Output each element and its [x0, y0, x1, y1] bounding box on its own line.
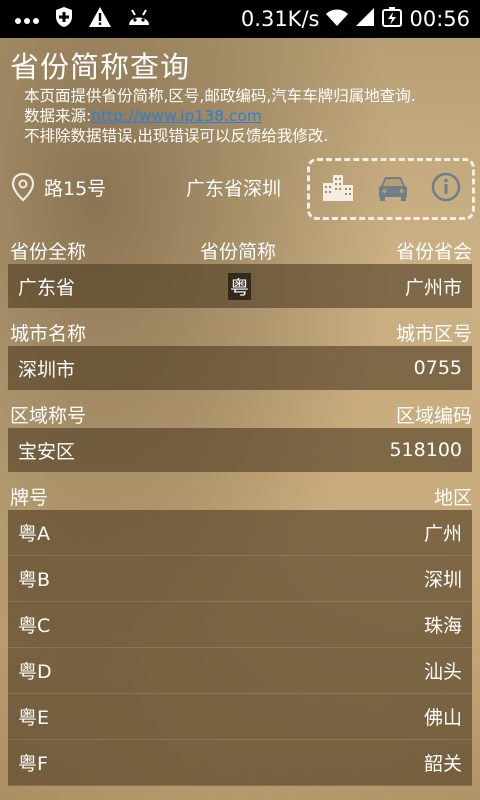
plate-labels: 牌号 地区	[10, 483, 472, 509]
city-name-value: 深圳市	[18, 358, 76, 381]
city-code-label: 城市区号	[395, 322, 472, 345]
list-item[interactable]: 粤F 韶关	[8, 740, 472, 786]
city-code-value: 0755	[413, 357, 462, 379]
plate-area-label: 地区	[433, 486, 472, 509]
plate-list: 粤A 广州 粤B 深圳 粤C 珠海 粤D 汕头 粤E 佛山 粤F 韶关	[8, 510, 472, 786]
list-item[interactable]: 粤B 深圳	[8, 556, 472, 602]
plate-code: 粤B	[18, 569, 51, 591]
status-bar: 0.31K/s 00:56	[0, 0, 480, 38]
list-item[interactable]: 粤A 广州	[8, 510, 472, 556]
province-full-value: 广东省	[18, 276, 76, 299]
district-code-label: 区域编码	[395, 404, 472, 427]
district-code-value: 518100	[389, 439, 462, 461]
location-address: 路15号	[44, 177, 107, 200]
plate-label: 牌号	[10, 486, 49, 509]
android-icon	[126, 7, 152, 32]
city-icon[interactable]	[321, 171, 355, 207]
query-mode-toolbar	[307, 158, 475, 220]
warning-icon	[88, 6, 112, 33]
plate-code: 粤D	[18, 661, 52, 683]
plate-area: 深圳	[423, 569, 462, 591]
signal-icon	[355, 7, 375, 32]
city-values: 深圳市 0755	[8, 346, 472, 390]
district-name-value: 宝安区	[18, 440, 76, 463]
location-region: 广东省深圳	[186, 177, 282, 200]
province-abbr-value: 粤	[228, 272, 252, 300]
list-item[interactable]: 粤E 佛山	[8, 694, 472, 740]
location-row: 路15号 广东省深圳	[10, 170, 306, 204]
province-abbr-label: 省份简称	[200, 240, 277, 263]
district-labels: 区域称号 区域编码	[10, 401, 472, 427]
data-source-link[interactable]: http://www.ip138.com	[91, 107, 262, 125]
province-full-label: 省份全称	[10, 240, 87, 263]
district-values: 宝安区 518100	[8, 428, 472, 472]
city-name-label: 城市名称	[10, 322, 87, 345]
plate-code: 粤F	[18, 753, 48, 775]
list-item[interactable]: 粤C 珠海	[8, 602, 472, 648]
desc-line-2: 数据来源:http://www.ip138.com	[24, 106, 474, 126]
data-source-label: 数据来源:	[24, 107, 92, 125]
dots-icon	[14, 7, 40, 31]
city-labels: 城市名称 城市区号	[10, 319, 472, 345]
desc-line-3: 不排除数据错误,出现错误可以反馈给我修改.	[24, 127, 329, 145]
province-labels: 省份全称 省份简称 省份省会	[10, 237, 472, 263]
plate-area: 佛山	[423, 707, 462, 729]
plate-code: 粤C	[18, 615, 51, 637]
battery-charging-icon	[381, 6, 403, 33]
province-values: 广东省 粤 广州市	[8, 264, 472, 308]
province-capital-value: 广州市	[404, 276, 462, 299]
plate-code: 粤A	[18, 523, 50, 545]
page-description: 本页面提供省份简称,区号,邮政编码,汽车车牌归属地查询. 数据来源:http:/…	[24, 86, 474, 146]
car-icon[interactable]	[376, 172, 410, 206]
province-capital-label: 省份省会	[395, 240, 472, 263]
clock: 00:56	[409, 7, 470, 31]
plate-area: 广州	[423, 523, 462, 545]
desc-line-1: 本页面提供省份简称,区号,邮政编码,汽车车牌归属地查询.	[24, 87, 416, 105]
district-name-label: 区域称号	[10, 404, 87, 427]
list-item[interactable]: 粤D 汕头	[8, 648, 472, 694]
info-icon[interactable]	[431, 172, 461, 206]
plate-code: 粤E	[18, 707, 50, 729]
plate-area: 韶关	[423, 753, 462, 775]
plate-area: 珠海	[423, 615, 462, 637]
shield-icon	[54, 6, 74, 33]
wifi-icon	[325, 7, 349, 32]
plate-area: 汕头	[423, 661, 462, 683]
page-title: 省份简称查询	[10, 50, 191, 84]
location-pin-icon	[10, 172, 36, 202]
network-speed: 0.31K/s	[240, 7, 320, 31]
